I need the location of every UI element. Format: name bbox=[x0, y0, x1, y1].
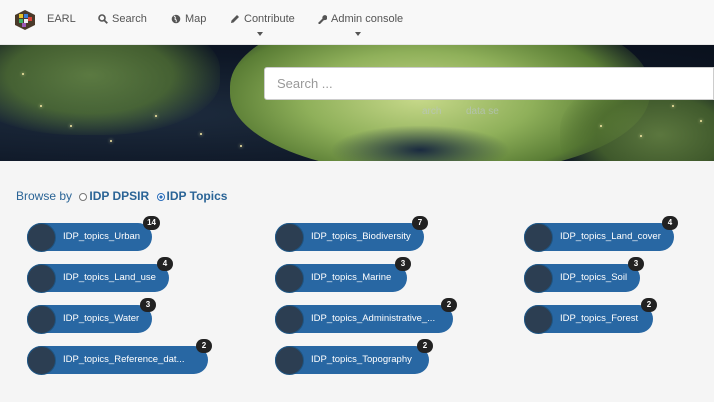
topic-label: IDP_topics_Forest bbox=[560, 313, 639, 324]
city-light bbox=[110, 140, 112, 142]
topic-chip-icon bbox=[275, 264, 304, 293]
topic-chip-urban[interactable]: IDP_topics_Urban 14 bbox=[27, 216, 160, 252]
city-light bbox=[70, 125, 72, 127]
topic-chip-biodiversity[interactable]: IDP_topics_Biodiversity 7 bbox=[275, 216, 428, 252]
topic-label: IDP_topics_Land_use bbox=[63, 272, 156, 283]
topic-chip-marine[interactable]: IDP_topics_Marine 3 bbox=[275, 257, 411, 293]
earl-logo-icon[interactable] bbox=[14, 9, 36, 31]
topic-label: IDP_topics_Marine bbox=[311, 272, 392, 283]
nav-admin-console[interactable]: Admin console bbox=[317, 13, 403, 25]
city-light bbox=[600, 125, 602, 127]
nav-contribute-label: Contribute bbox=[244, 13, 295, 25]
topic-label: IDP_topics_Topography bbox=[311, 354, 412, 365]
topic-chip-forest[interactable]: IDP_topics_Forest 2 bbox=[524, 298, 657, 334]
search-input[interactable]: Search ... bbox=[264, 67, 714, 100]
count-badge: 3 bbox=[395, 257, 411, 271]
city-light bbox=[200, 133, 202, 135]
count-badge: 14 bbox=[143, 216, 160, 230]
count-badge: 2 bbox=[196, 339, 212, 353]
topic-chip-icon bbox=[524, 264, 553, 293]
hero-satellite-banner: Search ... arch data se bbox=[0, 45, 714, 161]
radio-idp-dpsir[interactable] bbox=[79, 193, 88, 201]
top-navbar: EARL Search Map Contribute Admin console bbox=[0, 0, 714, 45]
topic-label: IDP_topics_Reference_dat... bbox=[63, 354, 185, 365]
count-badge: 2 bbox=[441, 298, 457, 312]
topic-chip-land-cover[interactable]: IDP_topics_Land_cover 4 bbox=[524, 216, 678, 252]
ghost-text: arch bbox=[422, 106, 442, 117]
city-light bbox=[640, 135, 642, 137]
land-mass-shape bbox=[0, 45, 220, 135]
topic-label: IDP_topics_Land_cover bbox=[560, 231, 661, 242]
topic-chip-water[interactable]: IDP_topics_Water 3 bbox=[27, 298, 156, 334]
globe-icon bbox=[171, 14, 181, 24]
city-light bbox=[700, 120, 702, 122]
brand-name[interactable]: EARL bbox=[47, 13, 76, 25]
wrench-icon bbox=[318, 15, 328, 25]
search-icon bbox=[98, 14, 108, 24]
topic-chip-icon bbox=[524, 305, 553, 334]
topic-chip-icon bbox=[275, 223, 304, 252]
topic-chip-land-use[interactable]: IDP_topics_Land_use 4 bbox=[27, 257, 173, 293]
nav-admin-console-label: Admin console bbox=[331, 13, 404, 25]
topic-chip-icon bbox=[27, 264, 56, 293]
count-badge: 3 bbox=[628, 257, 644, 271]
count-badge: 2 bbox=[417, 339, 433, 353]
topic-chip-topography[interactable]: IDP_topics_Topography 2 bbox=[275, 339, 433, 375]
topic-label: IDP_topics_Biodiversity bbox=[311, 231, 411, 242]
admin-dropdown-caret-icon[interactable] bbox=[355, 32, 361, 36]
nav-contribute[interactable]: Contribute bbox=[230, 13, 295, 25]
city-light bbox=[40, 105, 42, 107]
topic-label: IDP_topics_Administrative_... bbox=[311, 313, 436, 324]
topic-label: IDP_topics_Soil bbox=[560, 272, 628, 283]
nav-search-label: Search bbox=[112, 13, 147, 25]
topic-label: IDP_topics_Water bbox=[63, 313, 140, 324]
nav-search[interactable]: Search bbox=[98, 13, 147, 25]
browse-by-selector: Browse by IDP DPSIR IDP Topics bbox=[16, 189, 227, 203]
topic-chip-administrative[interactable]: IDP_topics_Administrative_... 2 bbox=[275, 298, 457, 334]
option-idp-dpsir[interactable]: IDP DPSIR bbox=[89, 189, 149, 203]
count-badge: 4 bbox=[157, 257, 173, 271]
count-badge: 2 bbox=[641, 298, 657, 312]
topic-label: IDP_topics_Urban bbox=[63, 231, 141, 242]
count-badge: 3 bbox=[140, 298, 156, 312]
topic-chip-icon bbox=[27, 346, 56, 375]
nav-map-label: Map bbox=[185, 13, 207, 25]
topic-chip-icon bbox=[275, 346, 304, 375]
topic-chip-icon bbox=[27, 305, 56, 334]
option-idp-topics[interactable]: IDP Topics bbox=[167, 189, 228, 203]
count-badge: 4 bbox=[662, 216, 678, 230]
topic-chip-icon bbox=[524, 223, 553, 252]
ghost-text: data se bbox=[466, 106, 499, 117]
topic-chip-soil[interactable]: IDP_topics_Soil 3 bbox=[524, 257, 644, 293]
city-light bbox=[240, 145, 242, 147]
topic-chip-icon bbox=[27, 223, 56, 252]
count-badge: 7 bbox=[412, 216, 428, 230]
city-light bbox=[22, 73, 24, 75]
topic-chip-reference-data[interactable]: IDP_topics_Reference_dat... 2 bbox=[27, 339, 212, 375]
topic-chip-icon bbox=[275, 305, 304, 334]
city-light bbox=[672, 105, 674, 107]
contribute-dropdown-caret-icon[interactable] bbox=[257, 32, 263, 36]
pencil-icon bbox=[231, 15, 239, 23]
radio-idp-topics[interactable] bbox=[156, 193, 165, 201]
browse-by-label: Browse by bbox=[16, 189, 73, 203]
nav-map[interactable]: Map bbox=[171, 13, 206, 25]
city-light bbox=[155, 115, 157, 117]
